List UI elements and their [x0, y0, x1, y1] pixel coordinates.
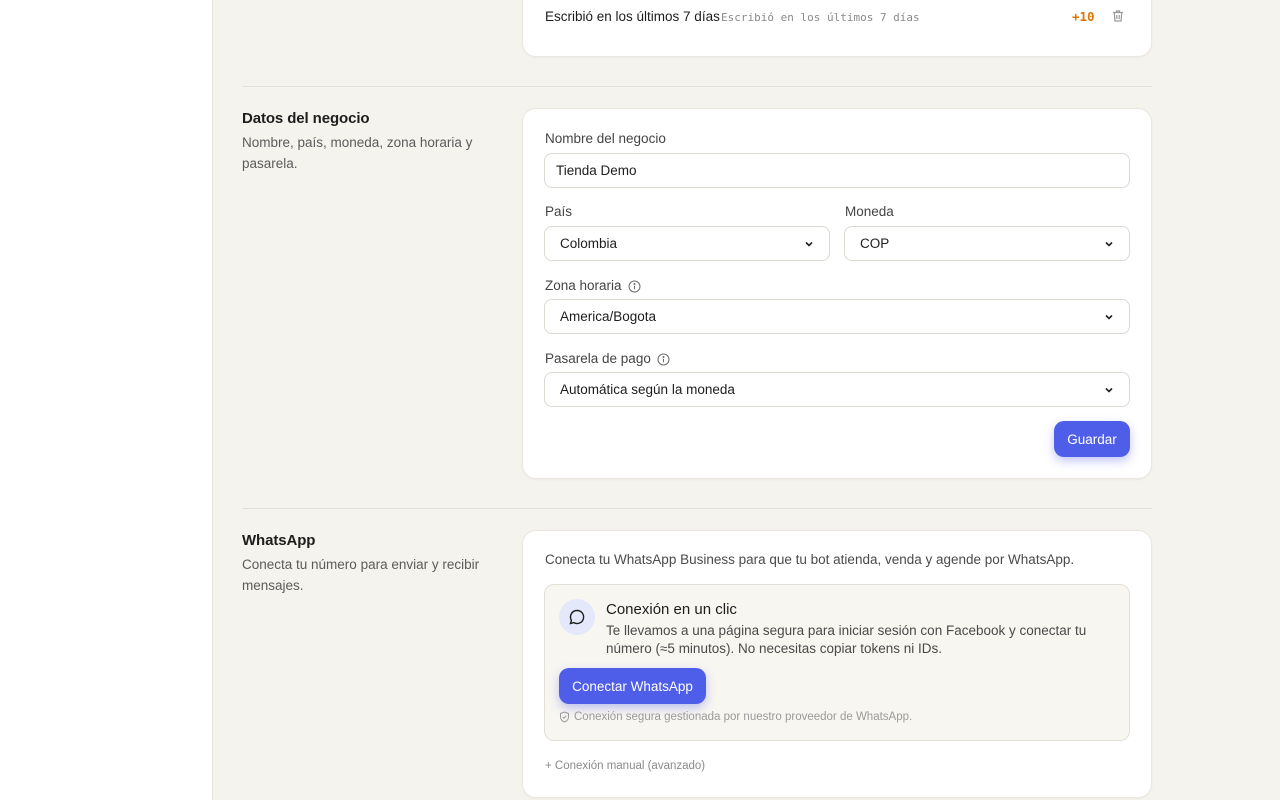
timezone-select[interactable]: America/Bogota	[544, 299, 1130, 334]
one-click-title: Conexión en un clic	[606, 601, 737, 618]
chevron-down-icon	[1105, 314, 1113, 320]
country-label-text: País	[545, 204, 573, 219]
save-button[interactable]: Guardar	[1054, 421, 1130, 457]
sidebar-panel	[0, 0, 213, 800]
points-badge: +10	[1072, 9, 1095, 24]
manual-connection-link[interactable]: + Conexión manual (avanzado)	[545, 760, 705, 772]
country-select[interactable]: Colombia	[544, 226, 830, 261]
business-section-description: Nombre, país, moneda, zona horaria y pas…	[242, 135, 473, 171]
business-name-input[interactable]: Tienda Demo	[544, 153, 1130, 188]
info-icon[interactable]	[628, 280, 641, 293]
gateway-label-text: Pasarela de pago	[545, 350, 651, 366]
currency-label-text: Moneda	[845, 204, 894, 219]
business-section-title: Datos del negocio	[242, 110, 370, 127]
country-label: País	[545, 204, 572, 219]
gateway-select[interactable]: Automática según la moneda	[544, 372, 1130, 407]
business-name-value: Tienda Demo	[556, 163, 637, 178]
business-name-label-text: Nombre del negocio	[545, 131, 666, 146]
currency-select[interactable]: COP	[844, 226, 1130, 261]
chat-icon	[559, 599, 595, 635]
section-divider	[242, 86, 1152, 87]
whatsapp-section-description: Conecta tu número para enviar y recibir …	[242, 557, 480, 593]
secure-note-text: Conexión segura gestionada por nuestro p…	[574, 711, 913, 723]
one-click-text: Te llevamos a una página segura para ini…	[606, 623, 1087, 656]
rule-label: Escribió en los últimos 7 días	[545, 9, 720, 24]
chevron-down-icon	[1105, 241, 1113, 247]
info-icon[interactable]	[657, 353, 670, 366]
whatsapp-section-title: WhatsApp	[242, 532, 316, 549]
chevron-down-icon	[1105, 387, 1113, 393]
country-value: Colombia	[560, 236, 618, 251]
secure-note: Conexión segura gestionada por nuestro p…	[559, 711, 912, 723]
currency-label: Moneda	[845, 204, 894, 219]
whatsapp-intro: Conecta tu WhatsApp Business para que tu…	[545, 552, 1075, 567]
currency-value: COP	[860, 236, 890, 251]
rule-code: Escribió en los últimos 7 días	[721, 11, 920, 24]
gateway-value: Automática según la moneda	[560, 382, 735, 397]
trash-icon[interactable]	[1111, 9, 1125, 23]
business-name-label: Nombre del negocio	[545, 131, 666, 146]
timezone-label-text: Zona horaria	[545, 277, 622, 293]
chevron-down-icon	[805, 241, 813, 247]
gateway-label: Pasarela de pago	[545, 350, 670, 366]
connect-whatsapp-button[interactable]: Conectar WhatsApp	[559, 668, 706, 704]
shield-check-icon	[560, 711, 569, 723]
section-divider	[242, 508, 1152, 509]
timezone-value: America/Bogota	[560, 309, 657, 324]
timezone-label: Zona horaria	[545, 277, 641, 293]
